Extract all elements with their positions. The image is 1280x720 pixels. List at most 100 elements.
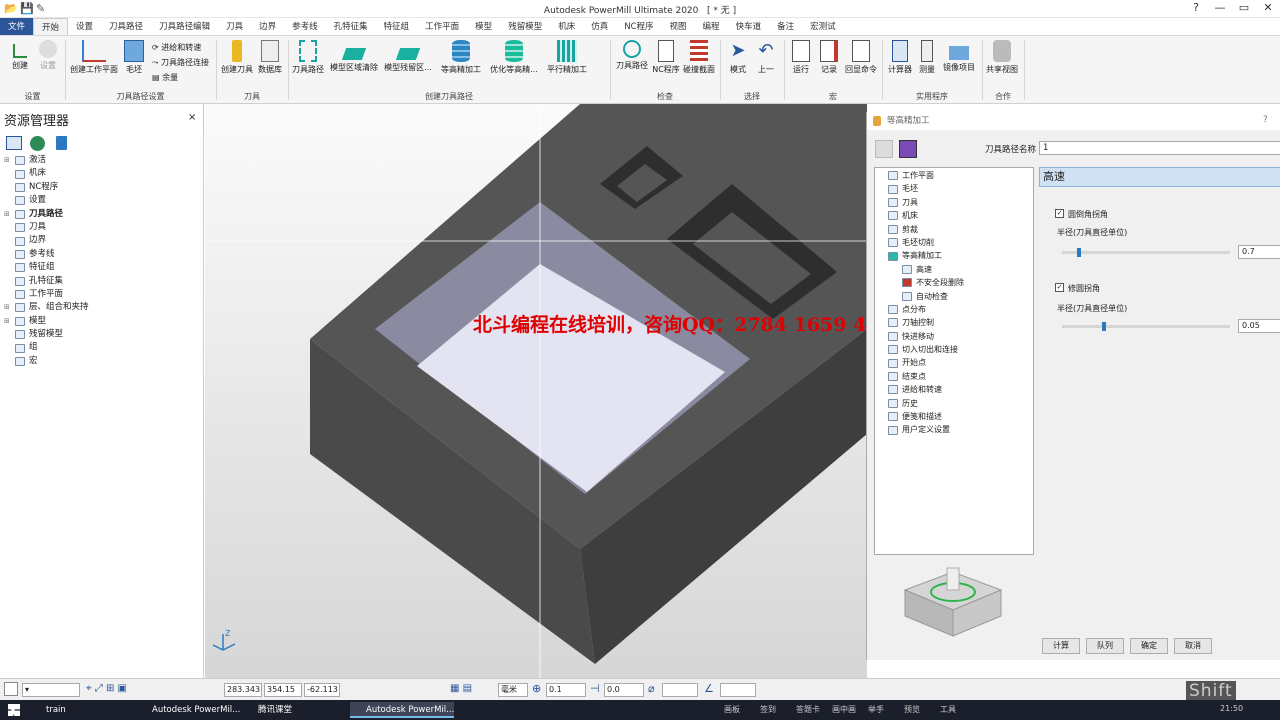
dialog-tree-item[interactable]: 便笺和描述 <box>877 410 1031 423</box>
taskbar-item[interactable]: 腾讯课堂 <box>242 702 342 718</box>
explorer-item[interactable]: 特征组 <box>4 261 200 274</box>
grid-icon[interactable]: ▦ ▤ <box>450 683 472 694</box>
corner-fillet-radius-input[interactable]: 0.7 <box>1238 245 1280 259</box>
menu-item[interactable]: 宏测试 <box>802 18 844 35</box>
smoothing-checkbox[interactable]: ✓ <box>1055 283 1064 292</box>
dialog-tree-item[interactable]: 毛坯 <box>877 182 1031 195</box>
explorer-item[interactable]: 刀具 <box>4 221 200 234</box>
menu-item[interactable]: 编程 <box>695 18 728 35</box>
maximize-button[interactable]: ▭ <box>1234 1 1254 14</box>
menu-item[interactable]: 工作平面 <box>417 18 467 35</box>
menu-item[interactable]: 文件 <box>0 18 34 35</box>
thickness-input[interactable]: 0.0 <box>604 683 644 697</box>
tray-tool[interactable]: 签到 <box>760 704 776 715</box>
tolerance-input[interactable]: 0.1 <box>546 683 586 697</box>
calculator-button[interactable]: 计算器 <box>886 40 914 75</box>
menu-item[interactable]: 开始 <box>33 18 69 35</box>
tree-view-icon[interactable] <box>6 136 22 150</box>
menu-item[interactable]: 设置 <box>68 18 101 35</box>
explorer-item[interactable]: NC程序 <box>4 181 200 194</box>
dialog-tree-item[interactable]: 结束点 <box>877 370 1031 383</box>
model-area-clear-button[interactable]: 模型区域清除 <box>328 40 380 73</box>
queue-button[interactable]: 队列 <box>1086 638 1124 654</box>
dialog-tree-item[interactable]: 进给和转速 <box>877 383 1031 396</box>
tray-tool[interactable]: 预览 <box>904 704 920 715</box>
calculate-button[interactable]: 计算 <box>1042 638 1080 654</box>
dialog-tree-item[interactable]: 切入切出和连接 <box>877 343 1031 356</box>
workplane-status-icon[interactable] <box>4 682 18 696</box>
diameter-input[interactable] <box>662 683 698 697</box>
tray-tool[interactable]: 画中画 <box>832 704 856 715</box>
globe-icon[interactable] <box>30 136 45 151</box>
parallel-finish-button[interactable]: 平行精加工 <box>544 40 590 75</box>
feeds-speeds-button[interactable]: ⟳ 进给和转速 <box>152 42 201 53</box>
explorer-item[interactable]: 参考线 <box>4 248 200 261</box>
slider-thumb[interactable] <box>1076 248 1081 257</box>
dialog-tree-item[interactable]: 刀轴控制 <box>877 316 1031 329</box>
menu-item[interactable]: 备注 <box>769 18 802 35</box>
taskbar-item-active[interactable]: Autodesk PowerMil... <box>350 702 454 718</box>
macro-record-button[interactable]: 记录 <box>816 40 842 75</box>
dialog-tree-item[interactable]: 刀具 <box>877 196 1031 209</box>
dialog-tree-item[interactable]: 用户定义设置 <box>877 423 1031 436</box>
corner-fillet-checkbox[interactable]: ✓ <box>1055 209 1064 218</box>
explorer-item[interactable]: ⊞ 激活 <box>4 154 200 167</box>
start-icon[interactable] <box>8 704 20 716</box>
macro-run-button[interactable]: 运行 <box>788 40 814 75</box>
menu-item[interactable]: 参考线 <box>284 18 326 35</box>
taskbar-item[interactable]: train <box>30 702 130 718</box>
model-rest-clear-button[interactable]: 模型残留区... <box>382 40 434 73</box>
dialog-tree-item[interactable]: 等高精加工 <box>877 249 1031 262</box>
dialog-tree-item[interactable]: 剪裁 <box>877 223 1031 236</box>
settings-button[interactable]: 设置 <box>36 40 60 71</box>
check-toolpath-button[interactable]: 刀具路径 <box>614 40 650 71</box>
collision-section-button[interactable]: 碰撞截面 <box>682 40 716 75</box>
dialog-tree-item[interactable]: 毛坯切削 <box>877 236 1031 249</box>
dialog-tree-item[interactable]: 高速 <box>877 263 1031 276</box>
menu-item[interactable]: NC程序 <box>616 18 661 35</box>
menu-item[interactable]: 视图 <box>662 18 695 35</box>
menu-item[interactable]: 刀具路径 <box>101 18 151 35</box>
close-button[interactable]: ✕ <box>1258 1 1278 14</box>
expand-icon[interactable]: ⊞ <box>4 315 12 328</box>
dialog-tree-item[interactable]: 快进移动 <box>877 330 1031 343</box>
create-button[interactable]: 创建 <box>6 40 34 71</box>
optimized-constant-z-button[interactable]: 优化等高精... <box>488 40 540 75</box>
tray-tool[interactable]: 答题卡 <box>796 704 820 715</box>
explorer-item[interactable]: ⊞ 层、组合和夹持 <box>4 301 200 314</box>
smoothing-slider[interactable] <box>1062 322 1230 331</box>
dialog-tree-item[interactable]: 历史 <box>877 397 1031 410</box>
mirror-button[interactable]: 镜像项目 <box>940 40 978 73</box>
expand-icon[interactable]: ⊞ <box>4 208 12 221</box>
select-mode-button[interactable]: ➤ 模式 <box>724 40 752 75</box>
explorer-item[interactable]: ⊞ 模型 <box>4 315 200 328</box>
menu-item[interactable]: 刀具 <box>218 18 251 35</box>
tray-tool[interactable]: 举手 <box>868 704 884 715</box>
echo-command-button[interactable]: 回显命令 <box>844 40 878 75</box>
minimize-button[interactable]: — <box>1210 1 1230 14</box>
close-icon[interactable]: × <box>188 112 196 123</box>
share-view-button[interactable]: 共享视图 <box>984 40 1020 75</box>
dialog-tree-item[interactable]: 机床 <box>877 209 1031 222</box>
dialog-tree-item[interactable]: 工作平面 <box>877 169 1031 182</box>
ok-button[interactable]: 确定 <box>1130 638 1168 654</box>
create-tool-button[interactable]: 创建刀具 <box>220 40 254 75</box>
menu-item[interactable]: 刀具路径编辑 <box>151 18 218 35</box>
menu-item[interactable]: 残留模型 <box>500 18 550 35</box>
menu-item[interactable]: 快车道 <box>728 18 770 35</box>
explorer-item[interactable]: 工作平面 <box>4 288 200 301</box>
explorer-item[interactable]: ⊞ 刀具路径 <box>4 208 200 221</box>
workplane-select[interactable]: ▾ <box>22 683 80 697</box>
layout-mode-icon[interactable] <box>899 140 917 158</box>
explorer-item[interactable]: 残留模型 <box>4 328 200 341</box>
database-button[interactable]: 数据库 <box>256 40 284 75</box>
explorer-item[interactable]: 宏 <box>4 355 200 368</box>
explorer-item[interactable]: 机床 <box>4 167 200 180</box>
previous-selection-button[interactable]: ↶ 上一 <box>752 40 780 75</box>
dialog-tree-item[interactable]: 自动检查 <box>877 290 1031 303</box>
explorer-item[interactable]: 孔特征集 <box>4 275 200 288</box>
menu-item[interactable]: 仿真 <box>583 18 616 35</box>
menu-item[interactable]: 特征组 <box>376 18 418 35</box>
taskbar-item[interactable]: Autodesk PowerMil... <box>136 702 240 718</box>
toolpath-connect-button[interactable]: ⤳ 刀具路径连接 <box>152 57 209 68</box>
